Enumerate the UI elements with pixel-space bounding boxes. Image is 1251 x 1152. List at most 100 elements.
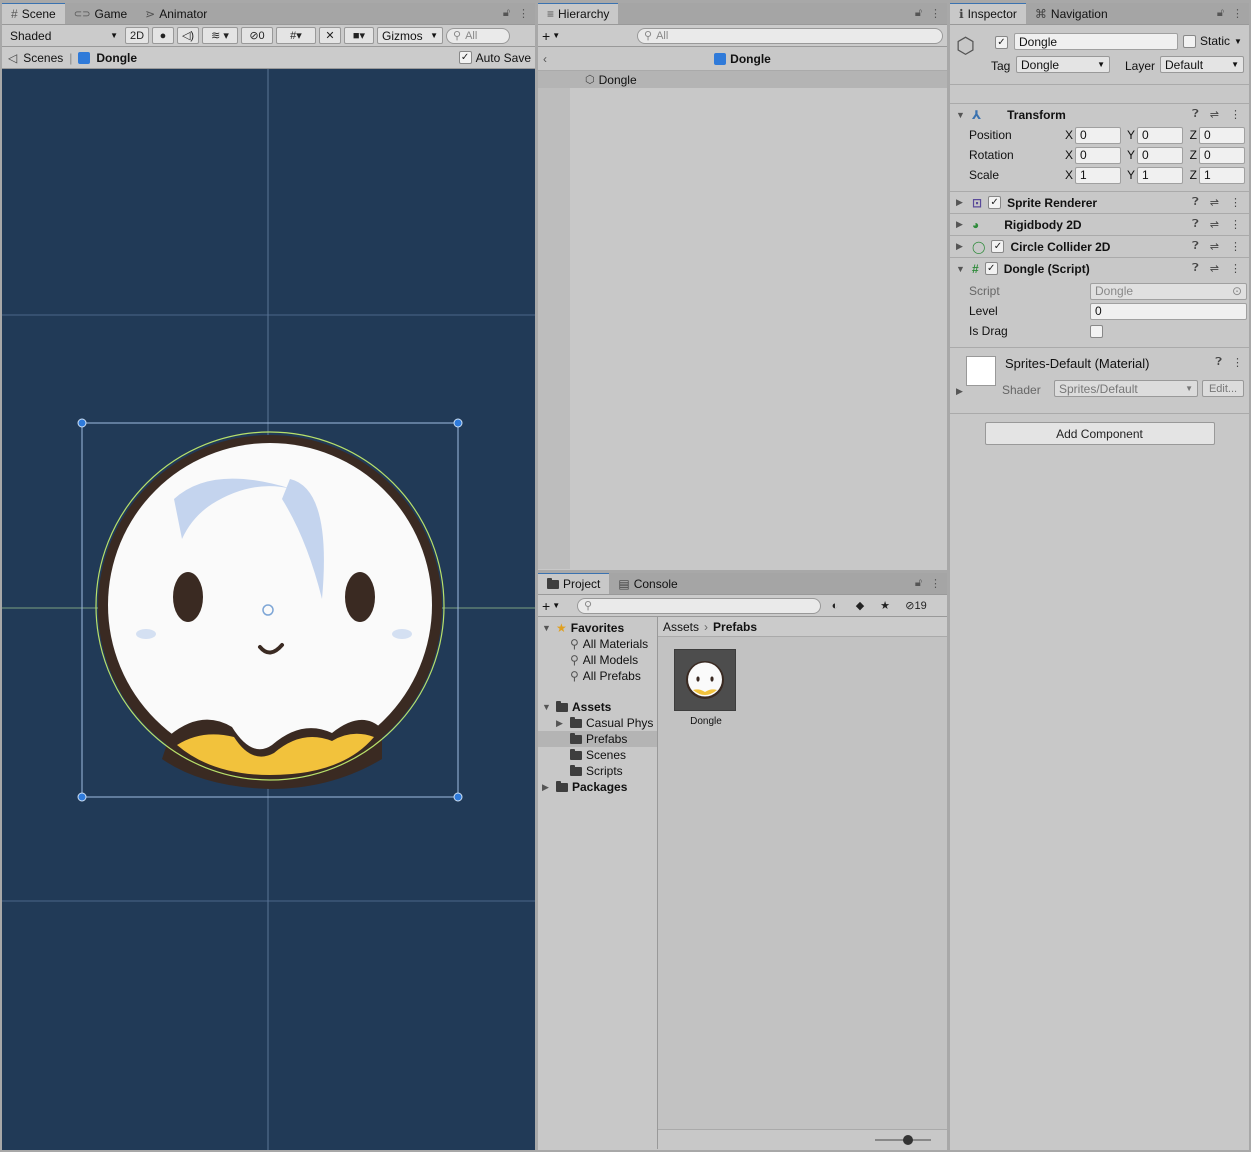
sprite-renderer-header[interactable]: ▶ ⊡ ✓ Sprite Renderer ❓︎ ⇌ ⋮: [950, 191, 1249, 213]
gameobject-cube-icon[interactable]: ⬡: [956, 33, 975, 59]
auto-save-checkbox[interactable]: ✓: [458, 51, 472, 64]
dongle-sprite[interactable]: [98, 435, 442, 789]
lighting-toggle[interactable]: ●: [152, 27, 174, 44]
more-options-icon[interactable]: ⋮: [1230, 196, 1241, 209]
object-picker-icon[interactable]: ⊙: [1232, 284, 1242, 298]
position-x-field[interactable]: 0: [1075, 126, 1121, 144]
scene-search-input[interactable]: ⚲ All: [446, 27, 510, 44]
assets-header[interactable]: ▼ Assets: [538, 699, 657, 715]
search-by-label-button[interactable]: ◆: [849, 597, 871, 614]
more-options-icon[interactable]: ⋮: [930, 7, 941, 20]
add-component-button[interactable]: Add Component: [984, 422, 1215, 445]
back-arrow-icon[interactable]: ‹: [543, 52, 547, 66]
rect-handle[interactable]: [77, 792, 87, 802]
lock-icon[interactable]: 🔓︎: [915, 577, 922, 590]
active-checkbox[interactable]: ✓: [995, 36, 1008, 49]
scale-x-field[interactable]: 1: [1075, 166, 1121, 184]
position-y-field[interactable]: 0: [1137, 126, 1183, 144]
rotation-y-field[interactable]: 0: [1137, 146, 1183, 164]
tab-game[interactable]: ⊂⊃ Game: [65, 4, 136, 24]
presets-icon[interactable]: ⇌: [1210, 262, 1219, 275]
static-toggle[interactable]: Static ▼: [1183, 34, 1242, 48]
favorites-item[interactable]: ⚲ All Models: [538, 652, 657, 668]
audio-toggle[interactable]: ◁): [177, 27, 199, 44]
circle-collider-header[interactable]: ▶ ◯ ✓ Circle Collider 2D ❓︎ ⇌ ⋮: [950, 235, 1249, 257]
tab-scene[interactable]: # Scene: [2, 3, 65, 24]
breadcrumb-assets[interactable]: Assets: [663, 620, 699, 634]
create-button[interactable]: + ▼: [542, 28, 560, 44]
folder-item-scenes[interactable]: Scenes: [538, 747, 657, 763]
more-options-icon[interactable]: ⋮: [1230, 262, 1241, 275]
tab-navigation[interactable]: ⌘ Navigation: [1026, 4, 1117, 24]
breadcrumb-prefabs[interactable]: Prefabs: [713, 620, 757, 634]
rect-handle[interactable]: [453, 418, 463, 428]
transform-header[interactable]: ▼ ⅄ Transform ❓︎ ⇌ ⋮: [950, 103, 1249, 125]
rotation-x-field[interactable]: 0: [1075, 146, 1121, 164]
more-options-icon[interactable]: ⋮: [1232, 356, 1243, 369]
grid-toggle[interactable]: #▾: [276, 27, 316, 44]
favorites-filter-button[interactable]: ★: [874, 597, 896, 614]
tag-dropdown[interactable]: Dongle ▼: [1016, 56, 1110, 73]
presets-icon[interactable]: ⇌: [1210, 196, 1219, 209]
tab-hierarchy[interactable]: ≡ Hierarchy: [538, 3, 619, 24]
more-options-icon[interactable]: ⋮: [1230, 240, 1241, 253]
tab-inspector[interactable]: ℹ︎ Inspector: [950, 3, 1026, 24]
hierarchy-item-dongle[interactable]: ⬡ Dongle: [538, 71, 947, 88]
rect-handle[interactable]: [453, 792, 463, 802]
effects-toggle[interactable]: ≋ ▾: [202, 27, 238, 44]
help-icon[interactable]: ❓︎: [1192, 196, 1199, 209]
slider-handle[interactable]: [903, 1135, 913, 1145]
static-checkbox[interactable]: [1183, 34, 1196, 48]
hidden-packages-button[interactable]: ⊘ 19: [899, 597, 933, 614]
breadcrumb-dongle[interactable]: Dongle: [96, 51, 137, 65]
rect-handle[interactable]: [77, 418, 87, 428]
folder-item-prefabs[interactable]: Prefabs: [538, 731, 657, 747]
folder-item-scripts[interactable]: Scripts: [538, 763, 657, 779]
favorites-header[interactable]: ▼ ★ Favorites: [538, 620, 657, 636]
level-field[interactable]: 0: [1090, 302, 1247, 320]
favorites-item[interactable]: ⚲ All Prefabs: [538, 668, 657, 684]
lock-icon[interactable]: 🔓︎: [503, 7, 510, 20]
help-icon[interactable]: ❓︎: [1192, 108, 1199, 121]
help-icon[interactable]: ❓︎: [1192, 262, 1199, 275]
script-enabled-checkbox[interactable]: ✓: [984, 262, 998, 275]
camera-dropdown[interactable]: ■▾: [344, 27, 374, 44]
more-options-icon[interactable]: ⋮: [518, 7, 529, 20]
hierarchy-search-input[interactable]: ⚲ All: [637, 27, 943, 44]
gizmos-dropdown[interactable]: Gizmos ▼: [377, 27, 443, 44]
position-z-field[interactable]: 0: [1199, 126, 1245, 144]
more-options-icon[interactable]: ⋮: [930, 577, 941, 590]
project-search-input[interactable]: ⚲: [577, 597, 821, 614]
sprite-renderer-checkbox[interactable]: ✓: [988, 196, 1002, 209]
scale-z-field[interactable]: 1: [1199, 166, 1245, 184]
presets-icon[interactable]: ⇌: [1210, 108, 1219, 121]
tools-toggle[interactable]: ✕: [319, 27, 341, 44]
asset-tile-dongle[interactable]: Dongle: [674, 649, 738, 727]
auto-save-toggle[interactable]: ✓ Auto Save: [458, 51, 531, 65]
circle-collider-checkbox[interactable]: ✓: [991, 240, 1005, 253]
shader-dropdown[interactable]: Sprites/Default ▼: [1054, 380, 1198, 397]
breadcrumb-scenes[interactable]: Scenes: [23, 51, 63, 65]
lock-icon[interactable]: 🔓︎: [915, 7, 922, 20]
is-drag-checkbox[interactable]: [1090, 324, 1103, 338]
create-asset-button[interactable]: + ▼: [542, 598, 574, 614]
help-icon[interactable]: ❓︎: [1192, 218, 1199, 231]
help-icon[interactable]: ❓︎: [1215, 356, 1222, 369]
rigidbody-header[interactable]: ▶ ◕ Rigidbody 2D ❓︎ ⇌ ⋮: [950, 213, 1249, 235]
search-by-type-button[interactable]: ◐: [824, 597, 846, 614]
presets-icon[interactable]: ⇌: [1210, 218, 1219, 231]
thumbnail-size-slider[interactable]: [875, 1135, 931, 1145]
scale-y-field[interactable]: 1: [1137, 166, 1183, 184]
shading-mode-dropdown[interactable]: Shaded ▼: [6, 27, 122, 44]
scene-canvas[interactable]: [2, 69, 535, 1150]
help-icon[interactable]: ❓︎: [1192, 240, 1199, 253]
presets-icon[interactable]: ⇌: [1210, 240, 1219, 253]
collapsed-triangle-icon[interactable]: ▶: [956, 386, 966, 397]
shader-edit-button[interactable]: Edit...: [1202, 380, 1244, 397]
favorites-item[interactable]: ⚲ All Materials: [538, 636, 657, 652]
packages-header[interactable]: ▶ Packages: [538, 779, 657, 795]
tab-animator[interactable]: ⋗ Animator: [136, 4, 216, 24]
more-options-icon[interactable]: ⋮: [1230, 108, 1241, 121]
lock-icon[interactable]: 🔓︎: [1217, 7, 1224, 20]
more-options-icon[interactable]: ⋮: [1230, 218, 1241, 231]
